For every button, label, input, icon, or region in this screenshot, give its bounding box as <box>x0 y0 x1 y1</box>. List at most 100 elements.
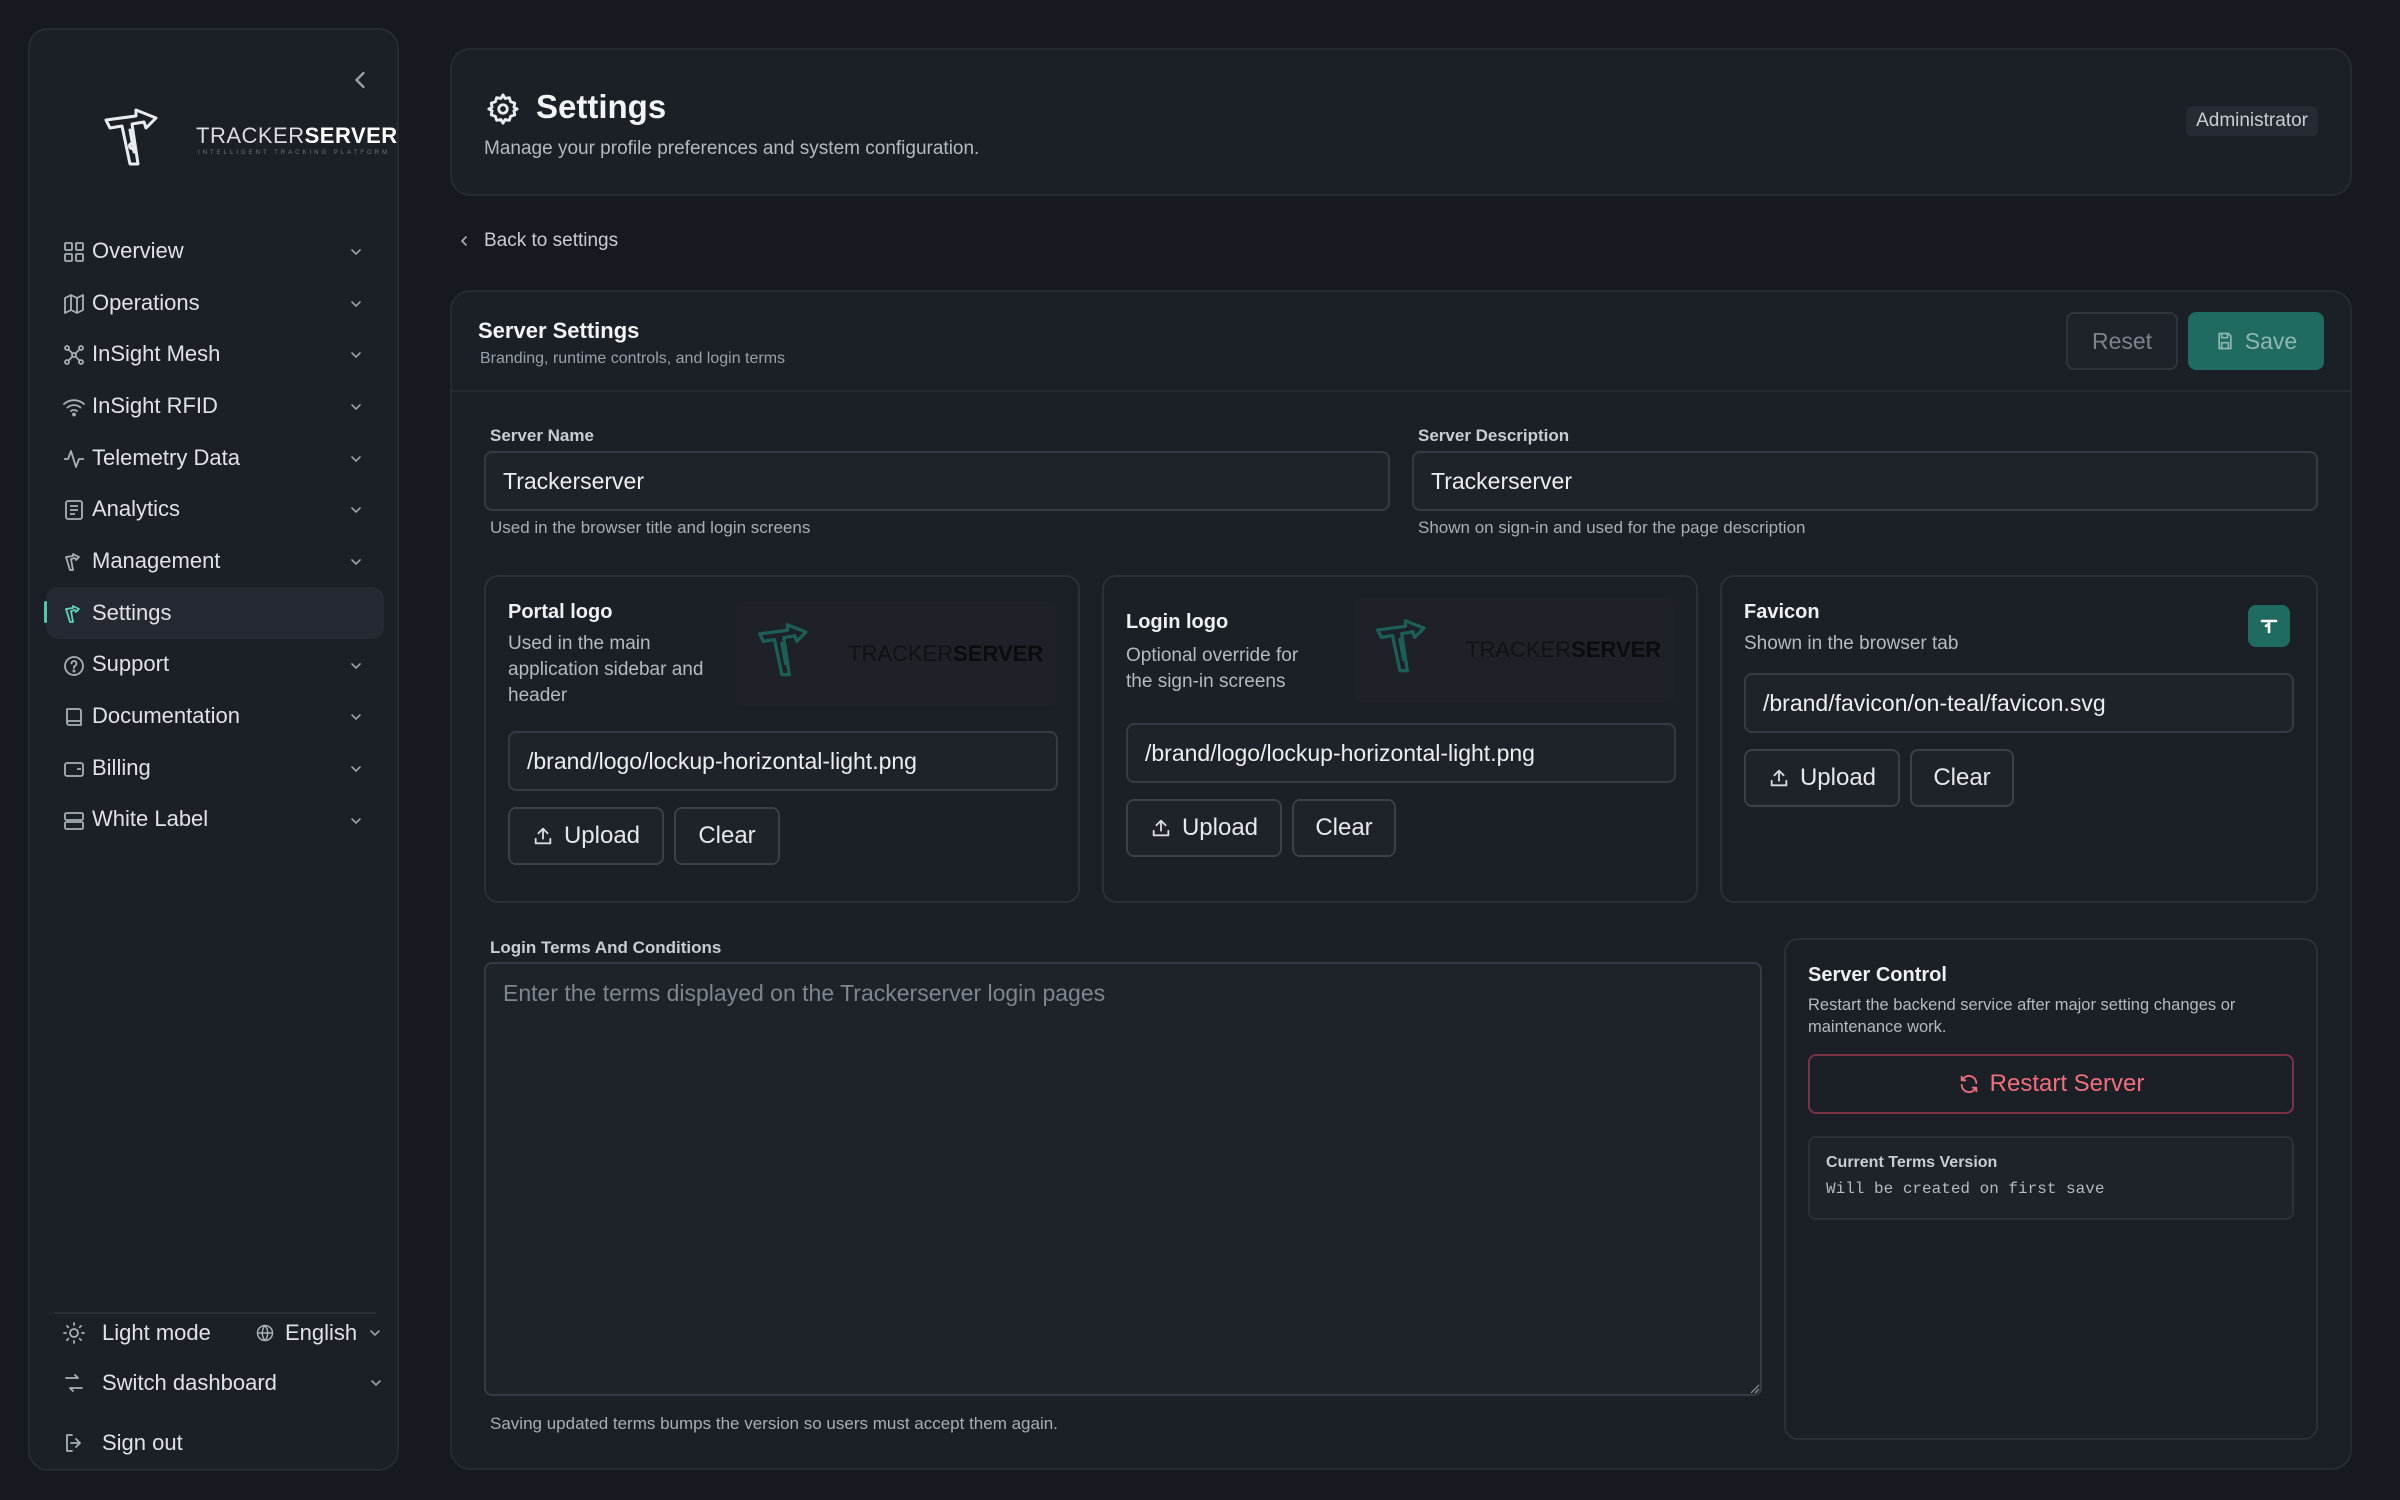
sidebar-item-label: Analytics <box>92 496 181 522</box>
server-settings-panel: Server Settings Branding, runtime contro… <box>450 290 2352 1470</box>
upload-label: Upload <box>563 822 641 849</box>
logo-preview-wordmark: TRACKERSERVER <box>848 641 1044 666</box>
globe-icon <box>255 1323 275 1343</box>
role-badge: Administrator <box>2186 106 2318 136</box>
login-logo-clear-button[interactable]: Clear <box>1292 799 1396 857</box>
page-header: Settings Manage your profile preferences… <box>450 48 2352 196</box>
resize-grip-icon[interactable] <box>1748 1382 1760 1394</box>
rfid-icon <box>62 395 86 419</box>
logo-mark-icon <box>102 106 182 174</box>
chevron-down-icon <box>348 296 364 312</box>
sidebar-item-white-label[interactable]: White Label <box>46 794 384 846</box>
sidebar-item-insight-mesh[interactable]: InSight Mesh <box>46 328 384 380</box>
back-to-settings-link[interactable]: Back to settings <box>456 230 618 252</box>
clear-label: Clear <box>1315 814 1373 841</box>
sidebar-item-label: White Label <box>92 806 209 832</box>
sidebar-item-label: Operations <box>92 289 200 315</box>
upload-icon <box>532 825 554 847</box>
chevron-down-icon <box>348 502 364 518</box>
chevron-down-icon <box>348 244 364 260</box>
chevron-down-icon <box>348 658 364 674</box>
server-description-input[interactable] <box>1412 451 2318 511</box>
gear-icon <box>486 92 520 126</box>
panel-title: Server Settings <box>478 318 640 343</box>
chevron-down-icon <box>348 347 364 363</box>
portal-logo-path-input[interactable] <box>508 731 1058 791</box>
book-icon <box>62 705 86 729</box>
login-logo-preview: TRACKERSERVER <box>1354 597 1674 703</box>
language-select[interactable]: English <box>255 1320 383 1346</box>
switch-dashboard-label: Switch dashboard <box>102 1370 277 1395</box>
server-icon <box>62 809 86 833</box>
reset-label: Reset <box>2091 327 2153 354</box>
pulse-icon <box>62 447 86 471</box>
chevron-down-icon <box>348 554 364 570</box>
panel-subtitle: Branding, runtime controls, and login te… <box>480 350 786 367</box>
sidebar-item-label: InSight Mesh <box>92 341 221 367</box>
favicon-card: Favicon Shown in the browser tab Upload … <box>1720 575 2318 903</box>
login-logo-upload-button[interactable]: Upload <box>1126 799 1282 857</box>
portal-logo-upload-button[interactable]: Upload <box>508 807 664 865</box>
sidebar-item-label: Telemetry Data <box>92 444 240 470</box>
favicon-clear-button[interactable]: Clear <box>1910 749 2014 807</box>
sidebar-item-label: Billing <box>92 754 151 780</box>
sidebar-item-billing[interactable]: Billing <box>46 742 384 794</box>
login-logo-description: Optional override for the sign-in screen… <box>1126 645 1299 692</box>
light-mode-toggle[interactable]: Light mode <box>62 1320 211 1346</box>
portal-logo-clear-button[interactable]: Clear <box>674 807 780 865</box>
login-logo-title: Login logo <box>1126 611 1229 633</box>
login-terms-textarea[interactable] <box>484 962 1762 1396</box>
sidebar-item-overview[interactable]: Overview <box>46 225 384 277</box>
sidebar-item-label: Overview <box>92 237 184 263</box>
chevron-down-icon <box>368 1375 384 1391</box>
sidebar-item-label: Documentation <box>92 703 240 729</box>
sidebar-item-support[interactable]: Support <box>46 639 384 691</box>
sidebar-item-label: InSight RFID <box>92 392 218 418</box>
save-icon <box>2215 331 2235 351</box>
favicon-path-input[interactable] <box>1744 673 2294 733</box>
sign-out-button[interactable]: Sign out <box>62 1430 183 1456</box>
sidebar-item-label: Support <box>92 651 170 677</box>
login-logo-path-input[interactable] <box>1126 723 1676 783</box>
upload-label: Upload <box>1799 764 1877 791</box>
sidebar-item-insight-rfid[interactable]: InSight RFID <box>46 380 384 432</box>
terms-version-value: Will be created on first save <box>1826 1180 2105 1198</box>
restart-server-button[interactable]: Restart Server <box>1808 1054 2294 1114</box>
portal-logo-title: Portal logo <box>508 601 613 623</box>
portal-logo-card: Portal logo Used in the main application… <box>484 575 1080 903</box>
logo-mark-icon <box>1374 617 1448 683</box>
server-name-input[interactable] <box>484 451 1390 511</box>
sidebar-item-label: Settings <box>92 599 172 625</box>
map-icon <box>62 292 86 316</box>
panel-header: Server Settings Branding, runtime contro… <box>452 292 2350 392</box>
sidebar: TRACKERSERVER INTELLIGENT TRACKING PLATF… <box>28 28 399 1471</box>
login-logo-card: Login logo Optional override for the sig… <box>1102 575 1698 903</box>
sidebar-item-settings[interactable]: Settings <box>44 586 384 639</box>
sidebar-item-telemetry-data[interactable]: Telemetry Data <box>46 432 384 484</box>
management-icon <box>62 550 86 574</box>
sidebar-item-operations[interactable]: Operations <box>46 277 384 329</box>
login-terms-label: Login Terms And Conditions <box>490 938 722 957</box>
upload-icon <box>1768 767 1790 789</box>
logo-mark-icon <box>756 621 830 687</box>
chevron-down-icon <box>348 451 364 467</box>
favicon-description: Shown in the browser tab <box>1744 633 1959 654</box>
sidebar-item-analytics[interactable]: Analytics <box>46 483 384 535</box>
upload-icon <box>1150 817 1172 839</box>
grid-icon <box>62 240 86 264</box>
restart-server-label: Restart Server <box>1989 1070 2145 1097</box>
server-name-help: Used in the browser title and login scre… <box>490 518 811 537</box>
sidebar-item-management[interactable]: Management <box>46 535 384 587</box>
server-control-card: Server Control Restart the backend servi… <box>1784 938 2318 1440</box>
reset-button[interactable]: Reset <box>2066 312 2178 370</box>
clear-label: Clear <box>698 822 756 849</box>
sidebar-item-label: Management <box>92 547 221 573</box>
sidebar-item-documentation[interactable]: Documentation <box>46 690 384 742</box>
chevron-down-icon <box>348 761 364 777</box>
sun-icon <box>62 1321 86 1345</box>
sidebar-nav: Overview Operations InSight Mesh InSight… <box>44 225 384 846</box>
save-button[interactable]: Save <box>2188 312 2324 370</box>
switch-dashboard[interactable]: Switch dashboard <box>62 1370 392 1396</box>
favicon-upload-button[interactable]: Upload <box>1744 749 1900 807</box>
light-mode-label: Light mode <box>102 1320 211 1345</box>
